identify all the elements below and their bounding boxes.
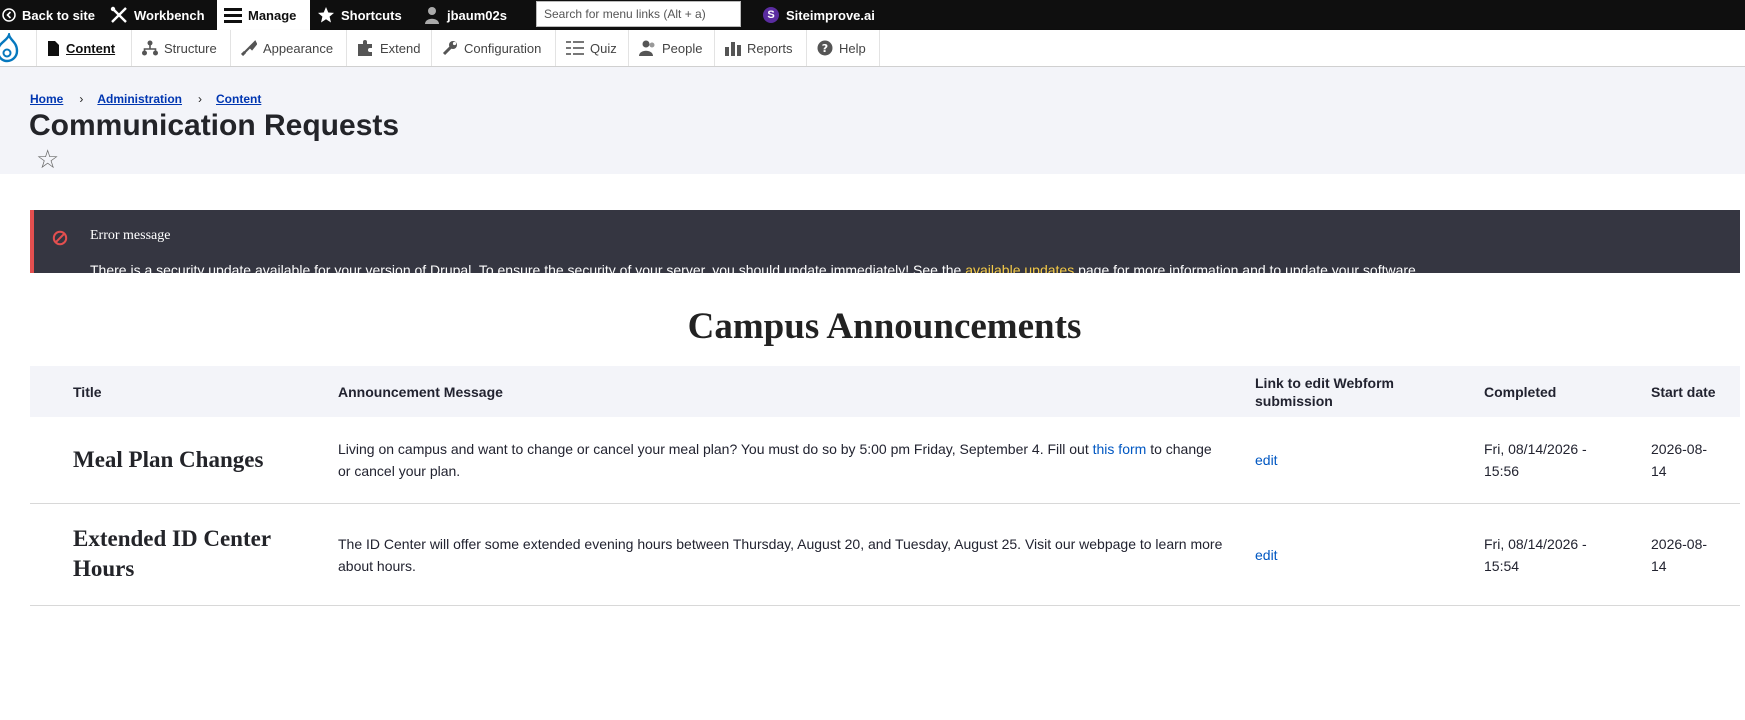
svg-text:?: ? [822, 42, 828, 55]
table-row: Extended ID Center Hours The ID Center w… [30, 504, 1740, 606]
shortcuts-tab[interactable]: Shortcuts [317, 0, 402, 30]
structure-icon [142, 40, 158, 56]
menu-search-input[interactable] [536, 1, 741, 27]
back-to-site-link[interactable]: Back to site [0, 0, 95, 30]
page-header: Home › Administration › Content Communic… [0, 67, 1745, 174]
admin-toolbar: Back to site Workbench Manage Shortcuts … [0, 0, 1745, 30]
people-icon [639, 40, 655, 56]
tools-icon [110, 6, 127, 23]
breadcrumb-content[interactable]: Content [216, 92, 261, 106]
hamburger-icon [224, 8, 242, 23]
tray-item-content[interactable]: Content [36, 30, 131, 66]
workbench-link[interactable]: Workbench [110, 0, 205, 30]
shortcut-star-icon[interactable]: ☆ [36, 146, 59, 172]
column-header-message[interactable]: Announcement Message [338, 366, 503, 417]
tray-item-structure-label: Structure [164, 40, 217, 56]
error-icon [52, 230, 68, 246]
announcement-message: Living on campus and want to change or c… [338, 438, 1228, 482]
table-row: Meal Plan Changes Living on campus and w… [30, 417, 1740, 504]
announcements-heading: Campus Announcements [687, 306, 1082, 347]
tray-item-configuration-label: Configuration [464, 40, 542, 56]
error-message: Error message There is a security update… [30, 210, 1740, 273]
tray-item-extend[interactable]: Extend [346, 30, 431, 66]
wrench-icon [442, 41, 457, 56]
tray-item-help-label: Help [839, 40, 866, 56]
tray-item-structure[interactable]: Structure [131, 30, 230, 66]
manage-label: Manage [248, 7, 297, 23]
tray-item-extend-label: Extend [380, 40, 421, 56]
breadcrumb-home[interactable]: Home [30, 92, 63, 106]
tray-item-people[interactable]: People [628, 30, 714, 66]
back-to-site-label: Back to site [22, 7, 95, 23]
column-header-title[interactable]: Title [73, 366, 102, 417]
start-date: 2026-08-14 [1651, 536, 1708, 574]
user-label: jbaum02s [447, 7, 507, 23]
completed-date: Fri, 08/14/2026 - 15:54 [1484, 536, 1587, 574]
breadcrumb: Home › Administration › Content [30, 92, 261, 106]
puzzle-icon [358, 40, 372, 56]
breadcrumb-separator: › [198, 92, 203, 106]
siteimprove-tab[interactable]: S Siteimprove.ai [763, 0, 875, 30]
tray-item-appearance-label: Appearance [263, 40, 334, 56]
available-updates-link[interactable]: available updates [965, 262, 1074, 273]
workbench-label: Workbench [134, 7, 205, 23]
announcement-title: Extended ID Center Hours [73, 526, 271, 581]
error-title: Error message [90, 228, 171, 243]
page-title: Communication Requests [29, 109, 400, 142]
start-date: 2026-08-14 [1651, 441, 1708, 479]
manage-tab[interactable]: Manage [217, 0, 310, 30]
edit-link[interactable]: edit [1255, 544, 1278, 566]
siteimprove-label: Siteimprove.ai [786, 7, 875, 23]
tray-item-reports-label: Reports [747, 40, 793, 56]
drupal-logo-icon[interactable] [0, 33, 22, 63]
tray-item-appearance[interactable]: Appearance [230, 30, 346, 66]
quiz-icon [566, 41, 584, 55]
tray-item-content-label: Content [66, 40, 116, 56]
tray-item-people-label: People [662, 40, 703, 56]
edit-link[interactable]: edit [1255, 449, 1278, 471]
announcements-table: Title Announcement Message Link to edit … [30, 366, 1740, 606]
column-header-start-date[interactable]: Start date [1651, 366, 1716, 417]
shortcuts-label: Shortcuts [341, 7, 402, 23]
breadcrumb-administration[interactable]: Administration [97, 92, 182, 106]
siteimprove-logo-icon: S [763, 7, 779, 23]
star-icon [318, 7, 334, 23]
user-icon [425, 7, 439, 24]
message-text: Living on campus and want to change or c… [338, 441, 1093, 457]
chart-icon [725, 42, 741, 56]
admin-tray: Content Structure Appearance Extend Conf… [0, 30, 1745, 67]
completed-date: Fri, 08/14/2026 - 15:56 [1484, 441, 1587, 479]
tray-item-quiz-label: Quiz [590, 40, 617, 56]
brush-icon [241, 40, 257, 56]
table-header: Title Announcement Message Link to edit … [30, 366, 1740, 417]
tray-item-quiz[interactable]: Quiz [555, 30, 628, 66]
help-icon: ? [817, 40, 833, 56]
breadcrumb-separator: › [79, 92, 84, 106]
announcement-title: Meal Plan Changes [73, 447, 264, 472]
file-icon [48, 40, 59, 56]
tray-item-help[interactable]: ? Help [806, 30, 880, 66]
chevron-left-icon [2, 8, 16, 22]
error-text-after: page for more information and to update … [1074, 262, 1420, 273]
announcement-message: The ID Center will offer some extended e… [338, 536, 1223, 574]
error-text-before: There is a security update available for… [90, 262, 966, 273]
this-form-link[interactable]: this form [1093, 441, 1147, 457]
tray-item-configuration[interactable]: Configuration [431, 30, 555, 66]
column-header-completed[interactable]: Completed [1484, 366, 1556, 417]
error-text: There is a security update available for… [90, 262, 1420, 273]
column-header-edit[interactable]: Link to edit Webform submission [1255, 366, 1430, 417]
user-tab[interactable]: jbaum02s [423, 0, 507, 30]
tray-item-reports[interactable]: Reports [714, 30, 806, 66]
